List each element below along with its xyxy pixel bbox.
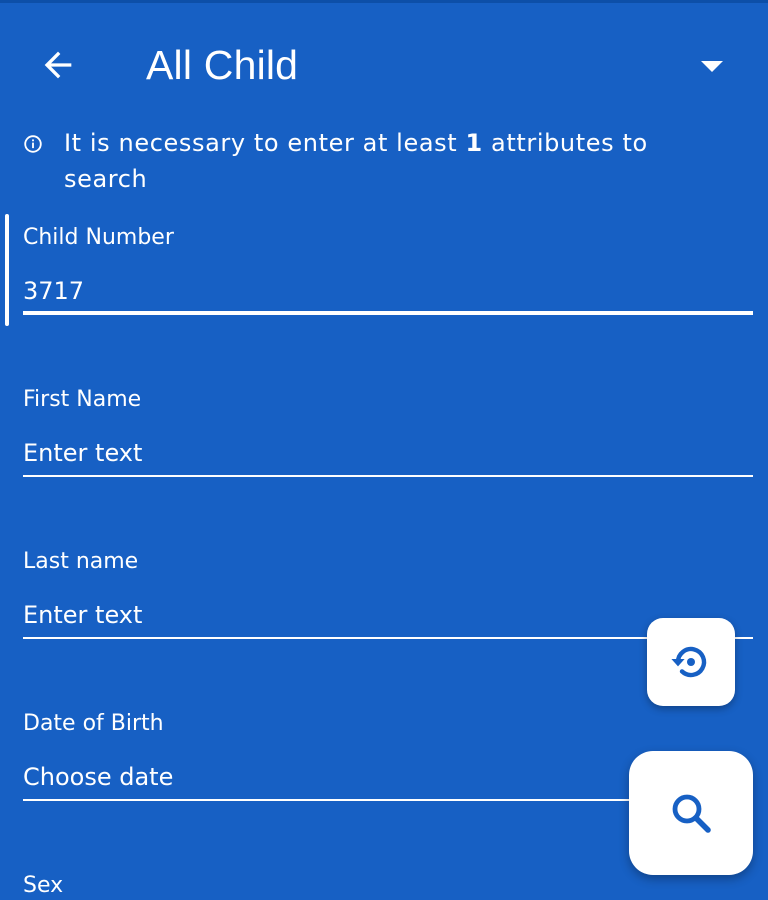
first-name-input[interactable]: Enter text bbox=[23, 438, 142, 468]
sex-label: Sex bbox=[23, 873, 64, 898]
sex-field[interactable]: Sex bbox=[23, 872, 753, 898]
arrow-left-icon bbox=[44, 51, 72, 79]
back-button[interactable] bbox=[28, 39, 88, 91]
info-icon bbox=[24, 135, 42, 153]
date-of-birth-input[interactable]: Choose date bbox=[23, 762, 173, 792]
child-number-field[interactable]: Child Number 3717 bbox=[23, 224, 753, 316]
first-name-label: First Name bbox=[23, 387, 142, 412]
reset-search-button[interactable] bbox=[647, 618, 735, 706]
page-title: All Child bbox=[146, 42, 299, 88]
last-name-underline bbox=[23, 637, 753, 639]
child-number-input[interactable]: 3717 bbox=[23, 276, 84, 306]
search-icon bbox=[672, 794, 711, 833]
app-bar: All Child bbox=[0, 3, 768, 121]
first-name-field[interactable]: First Name Enter text bbox=[23, 386, 753, 478]
last-name-field[interactable]: Last name Enter text bbox=[23, 548, 753, 640]
restore-history-icon bbox=[671, 646, 707, 678]
search-button[interactable] bbox=[629, 751, 753, 875]
date-of-birth-label: Date of Birth bbox=[23, 711, 164, 736]
first-name-underline bbox=[23, 475, 753, 477]
child-number-label: Child Number bbox=[23, 225, 174, 250]
search-requirement-text: It is necessary to enter at least 1 attr… bbox=[64, 129, 648, 193]
last-name-label: Last name bbox=[23, 549, 139, 574]
caret-down-icon bbox=[701, 61, 723, 72]
child-number-underline bbox=[23, 311, 753, 315]
last-name-input[interactable]: Enter text bbox=[23, 600, 142, 630]
program-dropdown-button[interactable] bbox=[690, 47, 734, 87]
focus-indicator bbox=[5, 214, 9, 326]
